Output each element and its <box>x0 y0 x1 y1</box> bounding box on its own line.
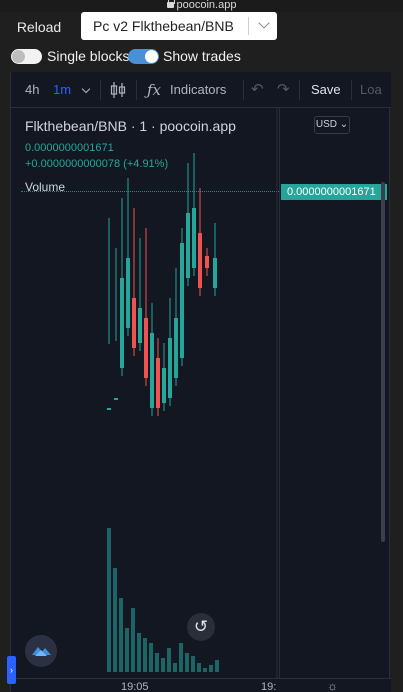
show-trades-label: Show trades <box>163 48 241 64</box>
chevron-down-icon <box>258 17 270 29</box>
indicators-button[interactable]: Indicators <box>170 72 226 108</box>
function-icon[interactable]: ƒx <box>147 72 161 108</box>
volume-bar <box>179 643 183 672</box>
pair-select-value: Pc v2 Flkthebean/BNB <box>93 18 234 34</box>
price-axis-border <box>279 108 280 678</box>
volume-bar <box>215 660 219 672</box>
volume-bar <box>173 663 177 672</box>
volume-bar <box>119 598 123 672</box>
reload-button[interactable]: Reload <box>8 14 70 40</box>
volume-bar <box>113 568 117 672</box>
candle-body <box>168 338 172 398</box>
chart-toolbar: 4h 1m ƒx Indicators ↶ ↷ Save Loa <box>11 72 391 108</box>
single-blocks-label: Single blocks <box>47 48 130 64</box>
volume-bar <box>131 608 135 672</box>
controls-bar: Reload Pc v2 Flkthebean/BNB Single block… <box>0 12 403 72</box>
volume-bar <box>137 633 141 672</box>
toolbar-divider <box>299 80 300 100</box>
chart-widget[interactable]: 4h 1m ƒx Indicators ↶ ↷ Save Loa Flktheb… <box>10 72 391 692</box>
volume-bar <box>155 653 159 672</box>
candle-body <box>186 213 190 278</box>
candle-body <box>107 408 111 410</box>
redo-icon[interactable]: ↷ <box>277 82 291 97</box>
candle-body <box>126 258 130 328</box>
volume-bars-group <box>107 528 219 672</box>
volume-bar <box>149 643 153 672</box>
pair-select[interactable]: Pc v2 Flkthebean/BNB <box>81 12 277 40</box>
candles-icon[interactable] <box>110 81 126 99</box>
last-price-tag: 0.0000000001671 <box>281 184 387 200</box>
time-label: 19: <box>261 681 277 692</box>
lock-icon <box>166 0 175 8</box>
browser-url-bar[interactable]: poocoin.app <box>0 0 403 12</box>
save-button[interactable]: Save <box>311 72 341 108</box>
volume-bar <box>125 628 129 672</box>
load-button[interactable]: Loa <box>360 72 382 108</box>
toolbar-divider <box>100 80 101 100</box>
candle-body <box>205 256 209 268</box>
candles-group <box>107 153 217 416</box>
volume-bar <box>143 638 147 672</box>
select-divider <box>248 17 249 35</box>
candle-body <box>213 258 217 288</box>
candle-body <box>180 243 184 358</box>
reset-chart-icon[interactable]: ↺ <box>187 613 215 641</box>
currency-select[interactable]: USD ⌄ <box>314 116 350 134</box>
toolbar-divider <box>136 80 137 100</box>
undo-icon[interactable]: ↶ <box>251 82 265 97</box>
show-trades-toggle[interactable] <box>128 49 159 64</box>
candle-body <box>144 318 148 378</box>
volume-bar <box>191 656 195 672</box>
toolbar-divider <box>243 80 244 100</box>
currency-select-value: USD <box>315 119 337 130</box>
candle-body <box>156 358 160 408</box>
candle-body <box>120 278 124 368</box>
interval-1m-button[interactable]: 1m <box>53 72 71 108</box>
toggle-knob <box>145 50 158 63</box>
url-text: poocoin.app <box>176 0 237 11</box>
side-panel-tab[interactable]: › <box>7 656 16 684</box>
time-axis: 19:05 19: ☼ <box>11 678 391 692</box>
interval-chevron-down-icon[interactable] <box>81 84 91 94</box>
single-blocks-toggle[interactable] <box>11 49 42 64</box>
volume-bar <box>203 668 207 672</box>
toolbar-divider <box>351 80 352 100</box>
candle-body <box>162 368 166 403</box>
candle-body <box>114 398 118 400</box>
candle-body <box>150 333 154 408</box>
volume-bar <box>161 658 165 672</box>
volume-bar <box>167 648 171 672</box>
candle-body <box>198 233 202 288</box>
volume-bar <box>107 528 111 672</box>
time-label: 19:05 <box>121 681 149 692</box>
candle-body <box>174 318 178 378</box>
settings-gear-icon[interactable]: ☼ <box>327 679 338 692</box>
toggle-knob <box>12 50 25 63</box>
candlestick-plot[interactable] <box>11 108 279 678</box>
candle-body <box>138 308 142 343</box>
volume-bar <box>185 653 189 672</box>
logo-button[interactable] <box>25 635 57 667</box>
candle-body <box>192 208 196 268</box>
volume-bar <box>209 665 213 672</box>
chart-scrollbar[interactable] <box>381 182 385 542</box>
candle-body <box>132 298 136 348</box>
cloud-logo-icon <box>32 647 51 656</box>
volume-bar <box>197 663 201 672</box>
interval-4h-button[interactable]: 4h <box>25 72 39 108</box>
